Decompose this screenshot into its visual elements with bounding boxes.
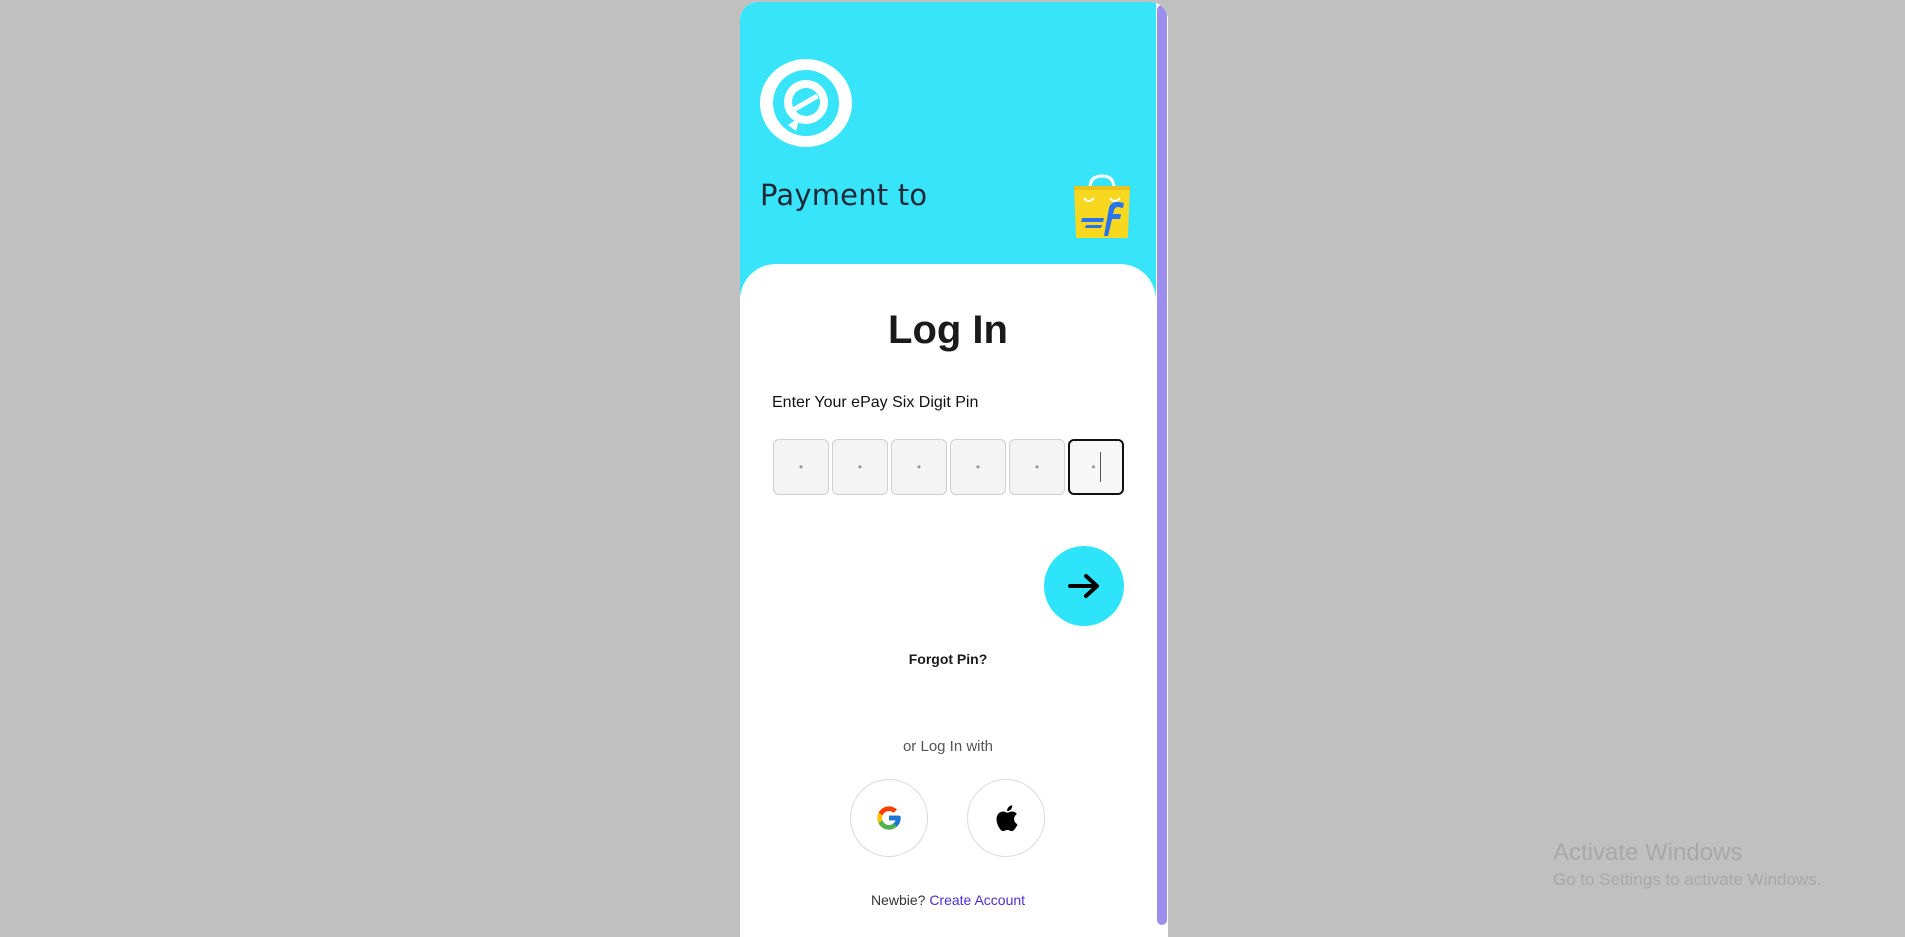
login-screen: Payment to Log In Enter Your ePay Six Di… xyxy=(740,2,1168,937)
login-card: Log In Enter Your ePay Six Digit Pin • •… xyxy=(740,264,1156,937)
pin-digit-6-placeholder: • xyxy=(1091,460,1096,474)
scrollbar-thumb[interactable] xyxy=(1157,5,1167,925)
epay-logo-icon xyxy=(760,59,852,147)
forgot-pin-link[interactable]: Forgot Pin? xyxy=(740,651,1156,667)
pin-input-group: • • • • • • xyxy=(773,439,1124,495)
activate-windows-watermark: Activate Windows Go to Settings to activ… xyxy=(1553,838,1821,892)
pin-digit-3[interactable]: • xyxy=(891,439,947,495)
submit-button[interactable] xyxy=(1044,546,1124,626)
or-login-with-label: or Log In with xyxy=(902,738,994,755)
pin-digit-1[interactable]: • xyxy=(773,439,829,495)
watermark-title: Activate Windows xyxy=(1553,839,1743,866)
signup-prompt: Newbie? xyxy=(870,892,926,908)
pin-digit-6[interactable]: • xyxy=(1068,439,1124,495)
payment-header: Payment to xyxy=(740,2,1156,302)
text-caret xyxy=(1099,452,1101,482)
create-account-link[interactable]: Create Account xyxy=(929,892,1025,908)
pin-digit-4[interactable]: • xyxy=(950,439,1006,495)
payment-to-label: Payment to xyxy=(760,178,928,212)
screen-content: Payment to Log In Enter Your ePay Six Di… xyxy=(740,2,1156,937)
signup-row: Newbie? Create Account xyxy=(740,892,1156,908)
pin-digit-2[interactable]: • xyxy=(832,439,888,495)
pin-digit-5[interactable]: • xyxy=(1009,439,1065,495)
apple-login-button[interactable] xyxy=(967,779,1045,857)
scrollbar[interactable] xyxy=(1156,2,1168,937)
page-title: Log In xyxy=(888,308,1008,352)
google-icon xyxy=(877,806,901,830)
google-login-button[interactable] xyxy=(850,779,928,857)
flipkart-shopping-bag-icon xyxy=(1070,174,1134,240)
apple-icon xyxy=(996,805,1018,832)
watermark-subtitle: Go to Settings to activate Windows. xyxy=(1553,870,1822,889)
pin-label: Enter Your ePay Six Digit Pin xyxy=(772,394,979,411)
arrow-right-icon xyxy=(1068,574,1099,598)
page: Payment to Log In Enter Your ePay Six Di… xyxy=(0,0,1905,937)
